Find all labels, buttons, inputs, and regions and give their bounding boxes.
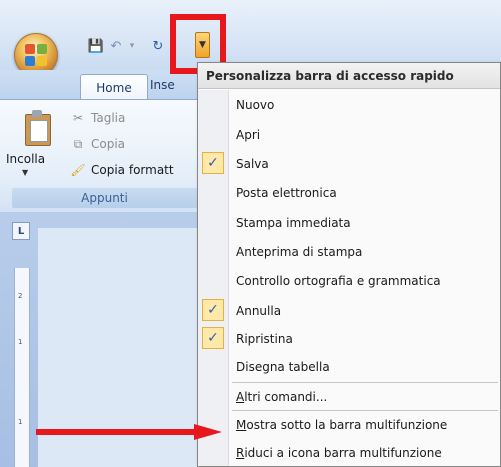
scissors-icon: ✂ [72, 111, 84, 125]
menu-separator [232, 410, 498, 411]
format-painter-button[interactable]: 🖌 Copia formatt [70, 163, 174, 177]
menu-item-label: Salva [236, 157, 269, 171]
tab-selector-icon[interactable]: L [12, 222, 30, 240]
menu-item-label: Ripristina [236, 332, 293, 346]
brush-icon: 🖌 [70, 163, 86, 177]
clipboard-group-label: Appunti [12, 188, 197, 208]
paste-button-label[interactable]: Incolla [6, 152, 45, 166]
ruler-mark: 1 [18, 418, 23, 426]
qat-customize-menu: Personalizza barra di accesso rapido Nuo… [197, 62, 501, 467]
copy-icon: ⧉ [73, 136, 83, 151]
save-icon[interactable]: 💾 [88, 38, 104, 54]
menu-item-label: Nuovo [236, 98, 275, 112]
menu-item-label: Altri comandi... [236, 385, 327, 409]
undo-icon[interactable]: ↶ [108, 38, 124, 54]
check-icon: ✓ [202, 327, 224, 349]
menu-item-label-rest: ltri comandi... [244, 390, 328, 404]
office-logo-icon [25, 44, 47, 66]
cut-label: Taglia [91, 111, 126, 125]
menu-item-label: Riduci a icona barra multifunzione [236, 441, 442, 465]
menu-item-mostra-sotto[interactable]: Mostra sotto la barra multifunzione [198, 413, 500, 437]
menu-item-label-rest: iduci a icona barra multifunzione [244, 446, 442, 460]
cut-button[interactable]: ✂ Taglia [70, 111, 125, 125]
check-icon: ✓ [202, 299, 224, 321]
menu-item-riduci-a-icona[interactable]: Riduci a icona barra multifunzione [198, 441, 500, 465]
menu-item-label: Stampa immediata [236, 216, 351, 230]
menu-item-ripristina[interactable]: ✓ Ripristina [198, 327, 500, 351]
format-painter-label: Copia formatt [91, 163, 174, 177]
vertical-ruler: 2 1 1 [14, 268, 30, 467]
paste-dropdown-icon[interactable]: ▼ [22, 168, 28, 177]
tab-insert[interactable]: Inse [150, 78, 175, 92]
check-icon: ✓ [202, 152, 224, 174]
tab-home[interactable]: Home [80, 74, 148, 101]
menu-item-annulla[interactable]: ✓ Annulla [198, 299, 500, 323]
ruler-mark: 2 [18, 292, 23, 300]
hotkey-letter: A [236, 390, 245, 404]
menu-item-nuovo[interactable]: Nuovo [198, 93, 500, 117]
menu-item-label: Disegna tabella [236, 360, 330, 374]
menu-item-disegna-tabella[interactable]: Disegna tabella [198, 355, 500, 379]
undo-dropdown-icon[interactable]: ▾ [124, 38, 140, 54]
title-bar [0, 0, 501, 70]
menu-item-altri-comandi[interactable]: Altri comandi... [198, 385, 500, 409]
hotkey-letter: M [236, 418, 247, 432]
menu-item-label: Apri [236, 128, 261, 142]
paste-icon[interactable] [22, 110, 52, 146]
menu-item-controllo-ortografia[interactable]: Controllo ortografia e grammatica [198, 269, 500, 293]
copy-label: Copia [91, 137, 126, 151]
menu-separator [232, 382, 498, 383]
ruler-mark: 1 [18, 338, 23, 346]
menu-item-stampa-immediata[interactable]: Stampa immediata [198, 211, 500, 235]
menu-item-label: Mostra sotto la barra multifunzione [236, 413, 447, 437]
menu-item-salva[interactable]: ✓ Salva [198, 152, 500, 176]
menu-item-apri[interactable]: Apri [198, 123, 500, 147]
redo-icon[interactable]: ↻ [150, 38, 166, 54]
pointer-arrow-icon [36, 424, 222, 440]
menu-item-label-rest: ostra sotto la barra multifunzione [246, 418, 448, 432]
menu-item-label: Controllo ortografia e grammatica [236, 274, 441, 288]
menu-item-label: Anteprima di stampa [236, 245, 363, 259]
menu-item-label: Annulla [236, 304, 282, 318]
menu-item-label: Posta elettronica [236, 186, 337, 200]
menu-item-anteprima-di-stampa[interactable]: Anteprima di stampa [198, 240, 500, 264]
menu-title: Personalizza barra di accesso rapido [198, 63, 500, 89]
copy-button[interactable]: ⧉ Copia [70, 136, 126, 152]
menu-item-posta-elettronica[interactable]: Posta elettronica [198, 181, 500, 205]
